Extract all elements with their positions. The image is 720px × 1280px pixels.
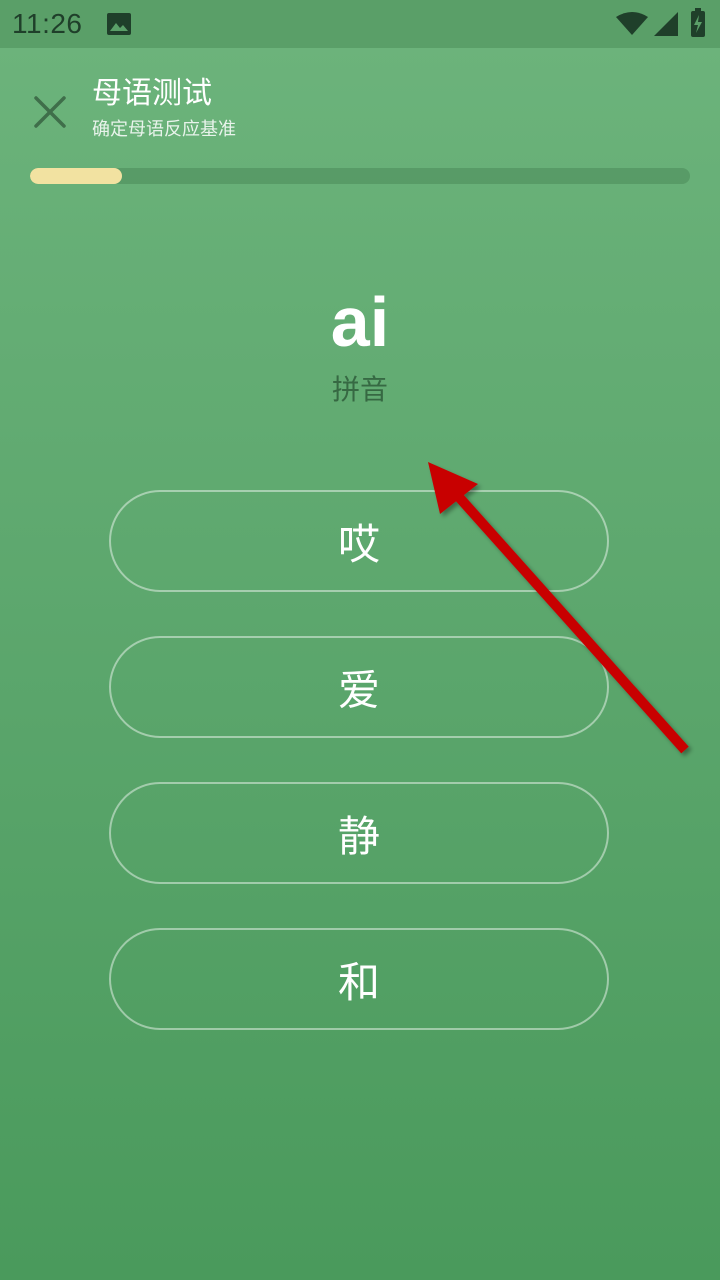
- option-button-2[interactable]: 爱: [109, 636, 609, 738]
- question-hint: 拼音: [331, 373, 388, 406]
- option-button-4[interactable]: 和: [109, 928, 609, 1030]
- signal-icon: [654, 12, 678, 36]
- header: 母语测试 确定母语反应基准: [0, 48, 720, 168]
- status-bar: 11:26: [0, 0, 720, 48]
- wifi-icon: [616, 12, 648, 36]
- page-subtitle: 确定母语反应基准: [92, 119, 236, 140]
- option-label: 静: [337, 811, 380, 861]
- option-label: 哎: [337, 519, 380, 569]
- status-time: 11:26: [12, 8, 83, 39]
- image-icon: [106, 12, 132, 36]
- option-label: 和: [337, 957, 380, 1007]
- battery-charging-icon: [690, 8, 706, 38]
- option-label: 爱: [337, 665, 380, 715]
- progress-bar: [30, 168, 690, 184]
- question-text: ai: [330, 283, 390, 361]
- page-title: 母语测试: [92, 76, 212, 111]
- option-button-1[interactable]: 哎: [109, 490, 609, 592]
- close-button[interactable]: [24, 88, 76, 140]
- progress-fill: [30, 168, 123, 184]
- close-icon: [33, 95, 67, 133]
- option-button-3[interactable]: 静: [109, 782, 609, 884]
